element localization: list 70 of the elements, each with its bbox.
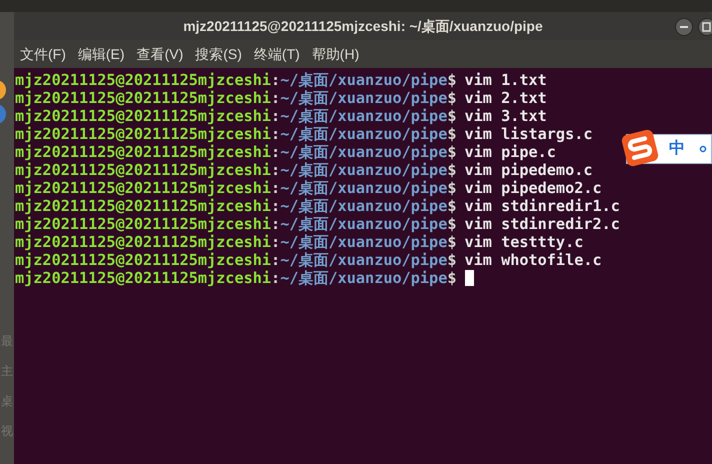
prompt-colon: : <box>271 179 280 197</box>
prompt-symbol: $ <box>447 179 456 197</box>
user-host: mjz20211125@20211125mjzceshi <box>15 269 272 287</box>
prompt-path: ~/桌面/xuanzuo/pipe <box>280 215 448 233</box>
command-text: vim testtty.c <box>464 233 584 251</box>
prompt-colon: : <box>271 107 280 125</box>
command-text: vim 3.txt <box>464 107 547 125</box>
prompt-path: ~/桌面/xuanzuo/pipe <box>280 197 448 215</box>
menu-item[interactable]: 搜索(S) <box>195 44 242 64</box>
prompt-colon: : <box>271 125 280 143</box>
prompt-symbol: $ <box>447 161 456 179</box>
menu-item[interactable]: 编辑(E) <box>78 44 125 64</box>
prompt-symbol: $ <box>447 143 456 161</box>
prompt-colon: : <box>271 161 280 179</box>
user-host: mjz20211125@20211125mjzceshi <box>15 179 272 197</box>
prompt-symbol: $ <box>447 233 456 251</box>
prompt-symbol: $ <box>447 251 456 269</box>
command-text: vim 2.txt <box>464 89 547 107</box>
menu-item[interactable]: 查看(V) <box>136 44 184 64</box>
prompt-path: ~/桌面/xuanzuo/pipe <box>280 89 448 107</box>
minimize-icon[interactable] <box>675 18 693 36</box>
prompt-symbol: $ <box>447 215 456 233</box>
menu-item[interactable]: 终端(T) <box>254 44 300 64</box>
prompt-path: ~/桌面/xuanzuo/pipe <box>280 179 448 197</box>
command-text: vim pipedemo.c <box>464 161 593 179</box>
command-text: vim listargs.c <box>464 125 593 143</box>
prompt-path: ~/桌面/xuanzuo/pipe <box>280 143 448 161</box>
input-mode-toggle[interactable]: 中 <box>669 137 685 161</box>
user-host: mjz20211125@20211125mjzceshi <box>15 125 272 143</box>
user-host: mjz20211125@20211125mjzceshi <box>15 143 272 161</box>
prompt-path: ~/桌面/xuanzuo/pipe <box>280 107 448 125</box>
prompt-colon: : <box>271 215 280 233</box>
menu-item[interactable]: 帮助(H) <box>312 44 360 64</box>
command-text: vim stdinredir2.c <box>464 215 620 233</box>
command-text: vim pipe.c <box>464 143 556 161</box>
prompt-symbol: $ <box>447 107 456 125</box>
user-host: mjz20211125@20211125mjzceshi <box>15 161 272 179</box>
prompt-path: ~/桌面/xuanzuo/pipe <box>280 125 448 143</box>
user-host: mjz20211125@20211125mjzceshi <box>15 251 272 269</box>
prompt-path: ~/桌面/xuanzuo/pipe <box>280 251 448 269</box>
prompt-colon: : <box>271 233 280 251</box>
prompt-path: ~/桌面/xuanzuo/pipe <box>280 71 448 89</box>
prompt-path: ~/桌面/xuanzuo/pipe <box>280 161 448 179</box>
user-host: mjz20211125@20211125mjzceshi <box>15 233 272 251</box>
window-title: mjz20211125@20211125mjzceshi: ~/桌面/xuanzuo/pipe <box>183 16 543 36</box>
prompt-colon: : <box>271 143 280 161</box>
prompt-path: ~/桌面/xuanzuo/pipe <box>280 233 448 251</box>
prompt-colon: : <box>271 71 280 89</box>
prompt-colon: : <box>271 197 280 215</box>
punctuation-icon[interactable] <box>699 145 707 153</box>
maximize-icon[interactable] <box>698 18 712 36</box>
command-text: vim stdinredir1.c <box>464 197 620 215</box>
prompt-symbol: $ <box>447 125 456 143</box>
prompt-symbol: $ <box>447 71 456 89</box>
command-text: vim whotofile.c <box>464 251 602 269</box>
prompt-colon: : <box>271 89 280 107</box>
prompt-colon: : <box>271 251 280 269</box>
command-text: vim pipedemo2.c <box>464 179 602 197</box>
user-host: mjz20211125@20211125mjzceshi <box>15 107 272 125</box>
prompt-path: ~/桌面/xuanzuo/pipe <box>280 269 448 287</box>
user-host: mjz20211125@20211125mjzceshi <box>15 89 272 107</box>
prompt-symbol: $ <box>447 269 456 287</box>
user-host: mjz20211125@20211125mjzceshi <box>15 197 272 215</box>
prompt-symbol: $ <box>447 89 456 107</box>
user-host: mjz20211125@20211125mjzceshi <box>15 215 272 233</box>
prompt-colon: : <box>271 269 280 287</box>
menu-item[interactable]: 文件(F) <box>20 44 66 64</box>
user-host: mjz20211125@20211125mjzceshi <box>15 71 272 89</box>
prompt-symbol: $ <box>447 197 456 215</box>
command-text: vim 1.txt <box>464 71 547 89</box>
